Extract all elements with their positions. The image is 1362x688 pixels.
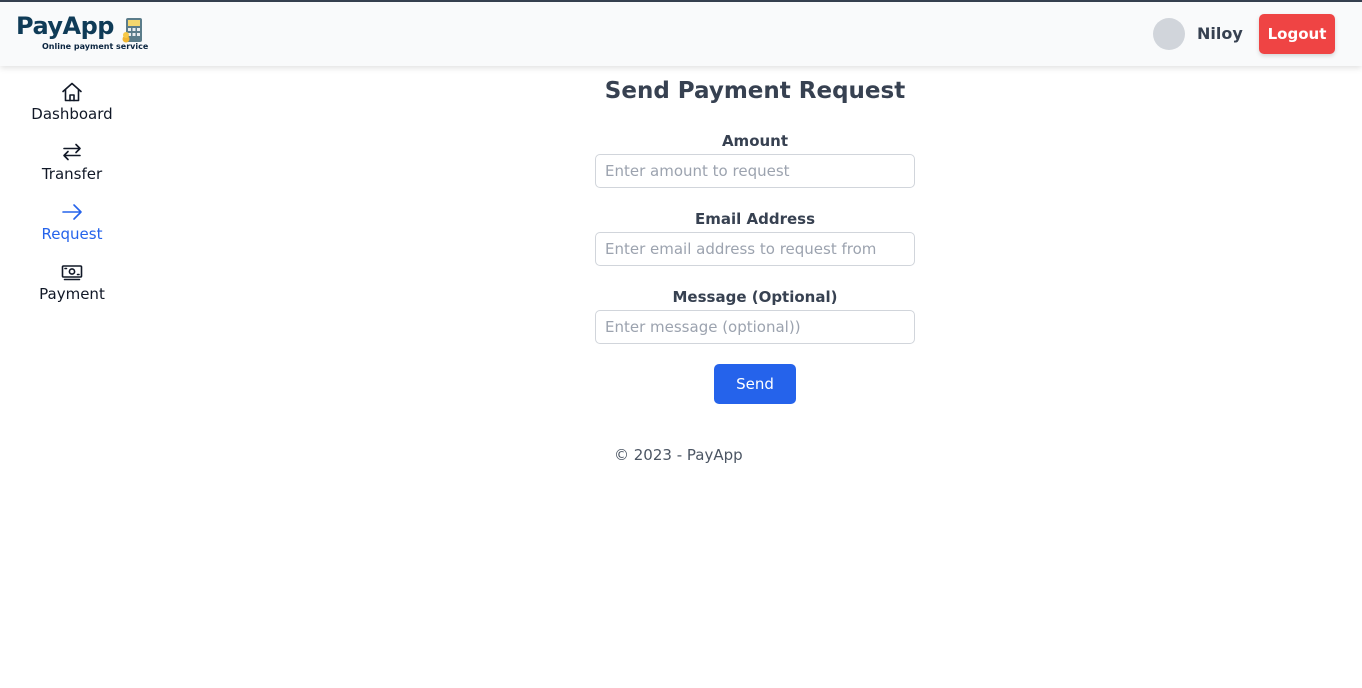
sidebar-item-label: Transfer: [41, 165, 103, 183]
email-input[interactable]: [595, 232, 915, 266]
sidebar-item-request[interactable]: Request: [0, 196, 144, 248]
message-input[interactable]: [595, 310, 915, 344]
app-logo[interactable]: PayApp Online payment service: [16, 12, 156, 56]
username: Niloy: [1197, 24, 1243, 43]
logo-title: PayApp: [16, 12, 114, 40]
sidebar-item-transfer[interactable]: Transfer: [0, 136, 144, 188]
amount-label: Amount: [721, 132, 789, 150]
amount-input[interactable]: [595, 154, 915, 188]
footer-copyright: © 2023 - PayApp: [614, 446, 743, 464]
send-button[interactable]: Send: [714, 364, 796, 404]
sidebar-item-label: Request: [41, 225, 103, 243]
logout-button[interactable]: Logout: [1259, 14, 1335, 54]
arrow-right-icon: [60, 200, 84, 224]
arrows-swap-icon: [60, 140, 84, 164]
sidebar-item-payment[interactable]: Payment: [0, 256, 144, 308]
banknote-icon: [60, 260, 84, 284]
avatar[interactable]: [1153, 18, 1185, 50]
sidebar-item-dashboard[interactable]: Dashboard: [0, 76, 144, 128]
payment-terminal-icon: [122, 17, 146, 43]
message-label: Message (Optional): [672, 288, 838, 306]
logo-subtitle: Online payment service: [42, 42, 149, 51]
sidebar-item-label: Dashboard: [31, 105, 113, 123]
sidebar-item-label: Payment: [39, 285, 105, 303]
top-navbar: PayApp Online payment service Niloy Logo…: [0, 2, 1362, 66]
page-title: Send Payment Request: [604, 78, 906, 104]
email-label: Email Address: [694, 210, 815, 228]
home-icon: [60, 80, 84, 104]
